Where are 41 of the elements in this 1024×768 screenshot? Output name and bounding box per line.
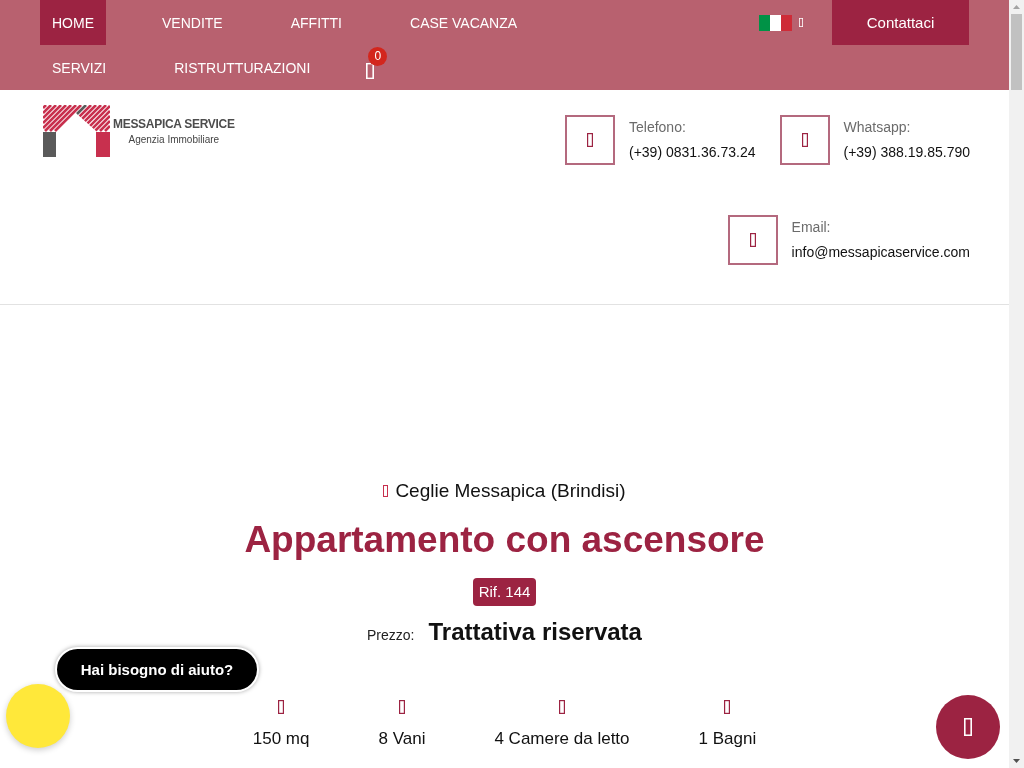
- missing-glyph-icon: [383, 485, 389, 497]
- bordered-glyph-icon: [779, 115, 830, 165]
- nav-link[interactable]: VENDITE: [150, 0, 235, 45]
- nav-link[interactable]: HOME: [40, 0, 106, 45]
- location-text: Ceglie Messapica (Brindisi): [395, 479, 626, 503]
- logo-wordmark: MESSAPICA SERVICE: [113, 117, 235, 131]
- feature-label: 4 Camere da letto: [494, 728, 630, 750]
- scrollbar-thumb[interactable]: [1011, 14, 1022, 90]
- feature-label: 150 mq: [252, 728, 310, 750]
- price-value: Trattativa riservata: [428, 617, 642, 647]
- nav-link[interactable]: RISTRUTTURAZIONI: [162, 45, 323, 90]
- missing-glyph-icon: [278, 700, 285, 714]
- feature-label: 1 Bagni: [698, 728, 757, 750]
- contact-value: info@messapicaservice.com: [791, 243, 970, 262]
- house-logo-icon: [43, 105, 110, 157]
- missing-glyph-icon: [964, 718, 972, 736]
- cart-count-badge: 0: [368, 47, 388, 66]
- listing-title: Appartamento con ascensore: [244, 518, 765, 562]
- contact-value: (+39) 0831.36.73.24: [629, 143, 756, 162]
- contact-label: Telefono:: [629, 118, 687, 137]
- bordered-glyph-icon: [565, 115, 615, 165]
- missing-glyph-icon[interactable]: [366, 63, 375, 79]
- missing-glyph-icon[interactable]: [799, 18, 803, 27]
- missing-glyph-icon: [398, 700, 405, 714]
- nav-link[interactable]: AFFITTI: [278, 0, 354, 45]
- logo-tagline: Agenzia Immobiliare: [128, 134, 220, 145]
- contact-label: Whatsapp:: [843, 118, 912, 137]
- missing-glyph-icon: [559, 700, 565, 714]
- nav-link[interactable]: SERVIZI: [40, 45, 119, 90]
- missing-glyph-icon: [724, 700, 731, 714]
- help-chat-button[interactable]: Hai bisogno di aiuto?: [55, 647, 259, 692]
- contact-label: Email:: [791, 218, 832, 237]
- feature-label: 8 Vani: [378, 728, 426, 750]
- contact-button[interactable]: Contattaci: [832, 0, 969, 45]
- reference-badge: Rif. 144: [472, 578, 537, 606]
- contact-value: (+39) 388.19.85.790: [843, 143, 970, 162]
- bordered-glyph-icon: [727, 215, 778, 265]
- price-label: Prezzo:: [367, 626, 415, 645]
- flag-icon[interactable]: [759, 14, 792, 31]
- down-arrow-icon[interactable]: [1013, 759, 1020, 763]
- nav-link[interactable]: CASE VACANZA: [398, 0, 530, 45]
